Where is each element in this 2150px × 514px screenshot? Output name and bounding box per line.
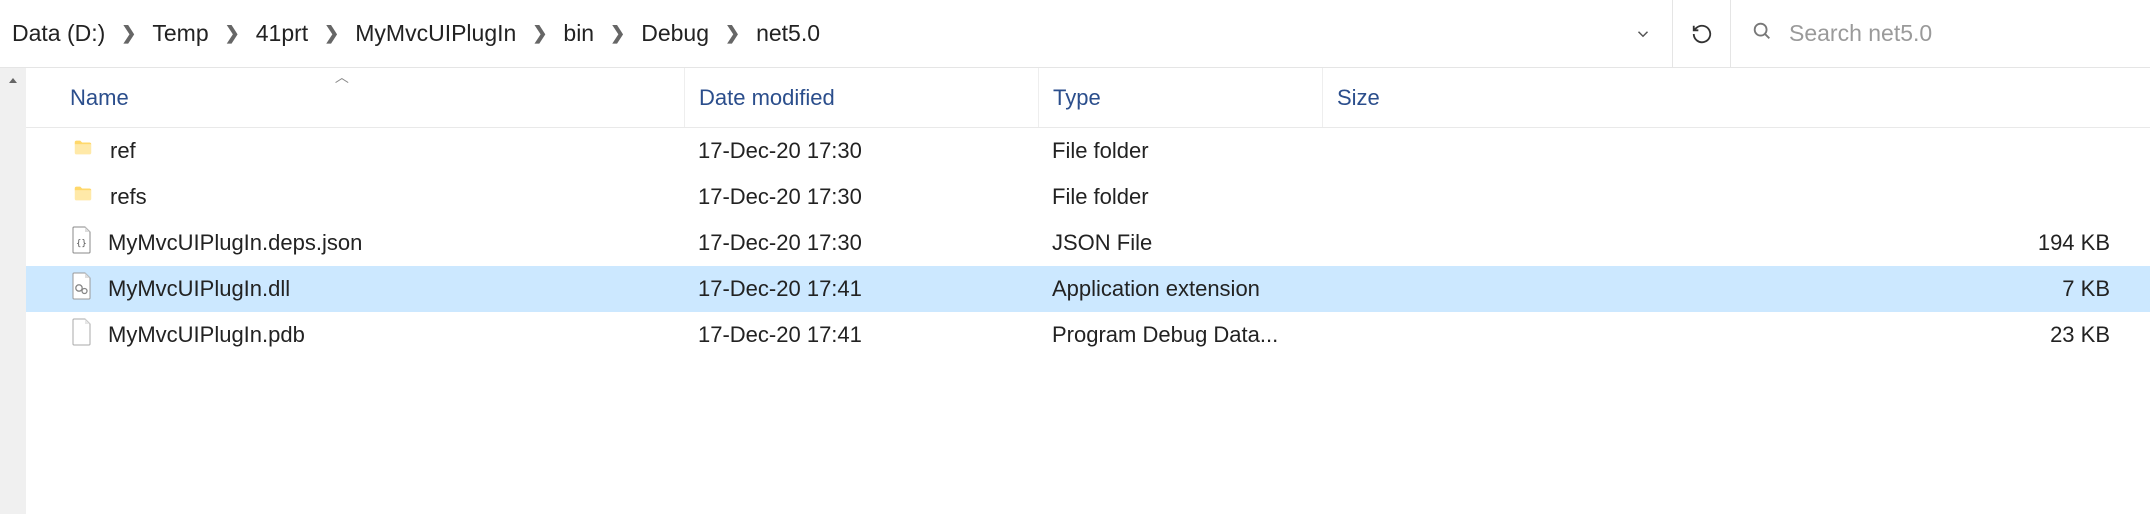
file-row[interactable]: MyMvcUIPlugIn.dll 17-Dec-20 17:41Applicat… bbox=[26, 266, 2150, 312]
cell-name: {} MyMvcUIPlugIn.deps.json bbox=[26, 226, 684, 260]
cell-type: File folder bbox=[1038, 184, 1322, 210]
json-icon: {} bbox=[70, 226, 94, 260]
column-name-label: Name bbox=[70, 85, 129, 111]
search-input[interactable] bbox=[1789, 20, 2150, 47]
cell-size: 23 KB bbox=[1322, 322, 2150, 348]
file-list: ︿ Name Date modified Type Size ref 17-Dec… bbox=[26, 68, 2150, 514]
dll-icon bbox=[70, 272, 94, 306]
chevron-down-icon bbox=[1634, 25, 1652, 43]
file-row[interactable]: {} MyMvcUIPlugIn.deps.json 17-Dec-20 17:30… bbox=[26, 220, 2150, 266]
chevron-right-icon[interactable]: ❯ bbox=[604, 23, 631, 44]
folder-icon bbox=[70, 137, 96, 165]
file-name: MyMvcUIPlugIn.pdb bbox=[108, 322, 305, 348]
file-view: ︿ Name Date modified Type Size ref 17-Dec… bbox=[0, 68, 2150, 514]
search-icon bbox=[1751, 20, 1773, 48]
scroll-up-button[interactable] bbox=[0, 68, 26, 94]
chevron-right-icon[interactable]: ❯ bbox=[719, 23, 746, 44]
breadcrumb-item[interactable]: Data (D:) bbox=[4, 16, 113, 51]
cell-type: Application extension bbox=[1038, 276, 1322, 302]
cell-name: MyMvcUIPlugIn.dll bbox=[26, 272, 684, 306]
search-box[interactable] bbox=[1730, 0, 2150, 67]
column-headers: ︿ Name Date modified Type Size bbox=[26, 68, 2150, 128]
column-name[interactable]: ︿ Name bbox=[26, 68, 684, 127]
file-row[interactable]: refs 17-Dec-20 17:30File folder bbox=[26, 174, 2150, 220]
breadcrumb-item[interactable]: net5.0 bbox=[748, 16, 828, 51]
breadcrumb-item[interactable]: Debug bbox=[633, 16, 717, 51]
column-size[interactable]: Size bbox=[1322, 68, 2150, 127]
chevron-right-icon[interactable]: ❯ bbox=[219, 23, 246, 44]
pdb-icon bbox=[70, 318, 94, 352]
vertical-scrollbar[interactable] bbox=[0, 68, 26, 514]
breadcrumb-item[interactable]: bin bbox=[555, 16, 602, 51]
cell-date: 17-Dec-20 17:30 bbox=[684, 230, 1038, 256]
refresh-button[interactable] bbox=[1672, 0, 1730, 67]
cell-size: 194 KB bbox=[1322, 230, 2150, 256]
cell-date: 17-Dec-20 17:30 bbox=[684, 184, 1038, 210]
folder-icon bbox=[70, 183, 96, 211]
column-type[interactable]: Type bbox=[1038, 68, 1322, 127]
breadcrumb-item[interactable]: Temp bbox=[144, 16, 216, 51]
cell-size: 7 KB bbox=[1322, 276, 2150, 302]
cell-date: 17-Dec-20 17:30 bbox=[684, 138, 1038, 164]
cell-name: MyMvcUIPlugIn.pdb bbox=[26, 318, 684, 352]
file-name: MyMvcUIPlugIn.dll bbox=[108, 276, 290, 302]
chevron-right-icon[interactable]: ❯ bbox=[318, 23, 345, 44]
address-toolbar: Data (D:) ❯ Temp ❯ 41prt ❯ MyMvcUIPlugIn… bbox=[0, 0, 2150, 68]
chevron-up-icon bbox=[7, 75, 19, 87]
file-name: refs bbox=[110, 184, 147, 210]
column-size-label: Size bbox=[1337, 85, 1380, 111]
column-date-modified[interactable]: Date modified bbox=[684, 68, 1038, 127]
cell-name: refs bbox=[26, 183, 684, 211]
breadcrumb-item[interactable]: 41prt bbox=[248, 16, 316, 51]
breadcrumb-item[interactable]: MyMvcUIPlugIn bbox=[347, 16, 524, 51]
file-row[interactable]: ref 17-Dec-20 17:30File folder bbox=[26, 128, 2150, 174]
chevron-right-icon[interactable]: ❯ bbox=[526, 23, 553, 44]
history-dropdown-button[interactable] bbox=[1614, 0, 1672, 67]
cell-date: 17-Dec-20 17:41 bbox=[684, 276, 1038, 302]
refresh-icon bbox=[1691, 23, 1713, 45]
file-name: MyMvcUIPlugIn.deps.json bbox=[108, 230, 362, 256]
cell-type: File folder bbox=[1038, 138, 1322, 164]
file-name: ref bbox=[110, 138, 136, 164]
sort-ascending-icon: ︿ bbox=[335, 67, 349, 87]
file-row[interactable]: MyMvcUIPlugIn.pdb 17-Dec-20 17:41Program … bbox=[26, 312, 2150, 358]
column-type-label: Type bbox=[1053, 85, 1101, 111]
cell-name: ref bbox=[26, 137, 684, 165]
cell-type: Program Debug Data... bbox=[1038, 322, 1322, 348]
chevron-right-icon[interactable]: ❯ bbox=[115, 23, 142, 44]
breadcrumb: Data (D:) ❯ Temp ❯ 41prt ❯ MyMvcUIPlugIn… bbox=[0, 0, 1614, 67]
cell-type: JSON File bbox=[1038, 230, 1322, 256]
cell-date: 17-Dec-20 17:41 bbox=[684, 322, 1038, 348]
column-date-label: Date modified bbox=[699, 85, 835, 111]
svg-text:{}: {} bbox=[76, 239, 87, 249]
